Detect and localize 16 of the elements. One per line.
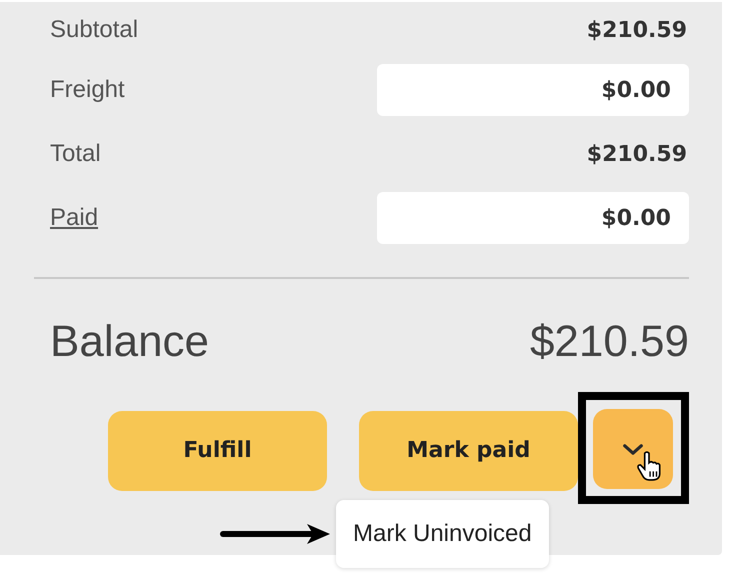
action-button[interactable]: Mark paid (359, 410, 578, 490)
amount-field[interactable]: $0.00 (377, 64, 689, 116)
amount-field[interactable]: $0.00 (377, 192, 689, 244)
row-label: Total (50, 140, 101, 168)
paid-link[interactable]: Paid (50, 204, 98, 232)
balance-value: $210.59 (530, 317, 689, 367)
dropdown-button[interactable] (593, 409, 673, 489)
pointer-icon (637, 451, 661, 481)
amount-value: $210.59 (586, 18, 688, 42)
amount-value: $210.59 (586, 142, 688, 166)
balance-label: Balance (50, 317, 210, 367)
row-label: Freight (50, 76, 125, 104)
row-label: Subtotal (50, 16, 138, 44)
action-button[interactable]: Fulfill (108, 410, 327, 490)
menu-item[interactable]: Mark Uninvoiced (353, 520, 532, 548)
chevron-down-icon (622, 443, 644, 456)
